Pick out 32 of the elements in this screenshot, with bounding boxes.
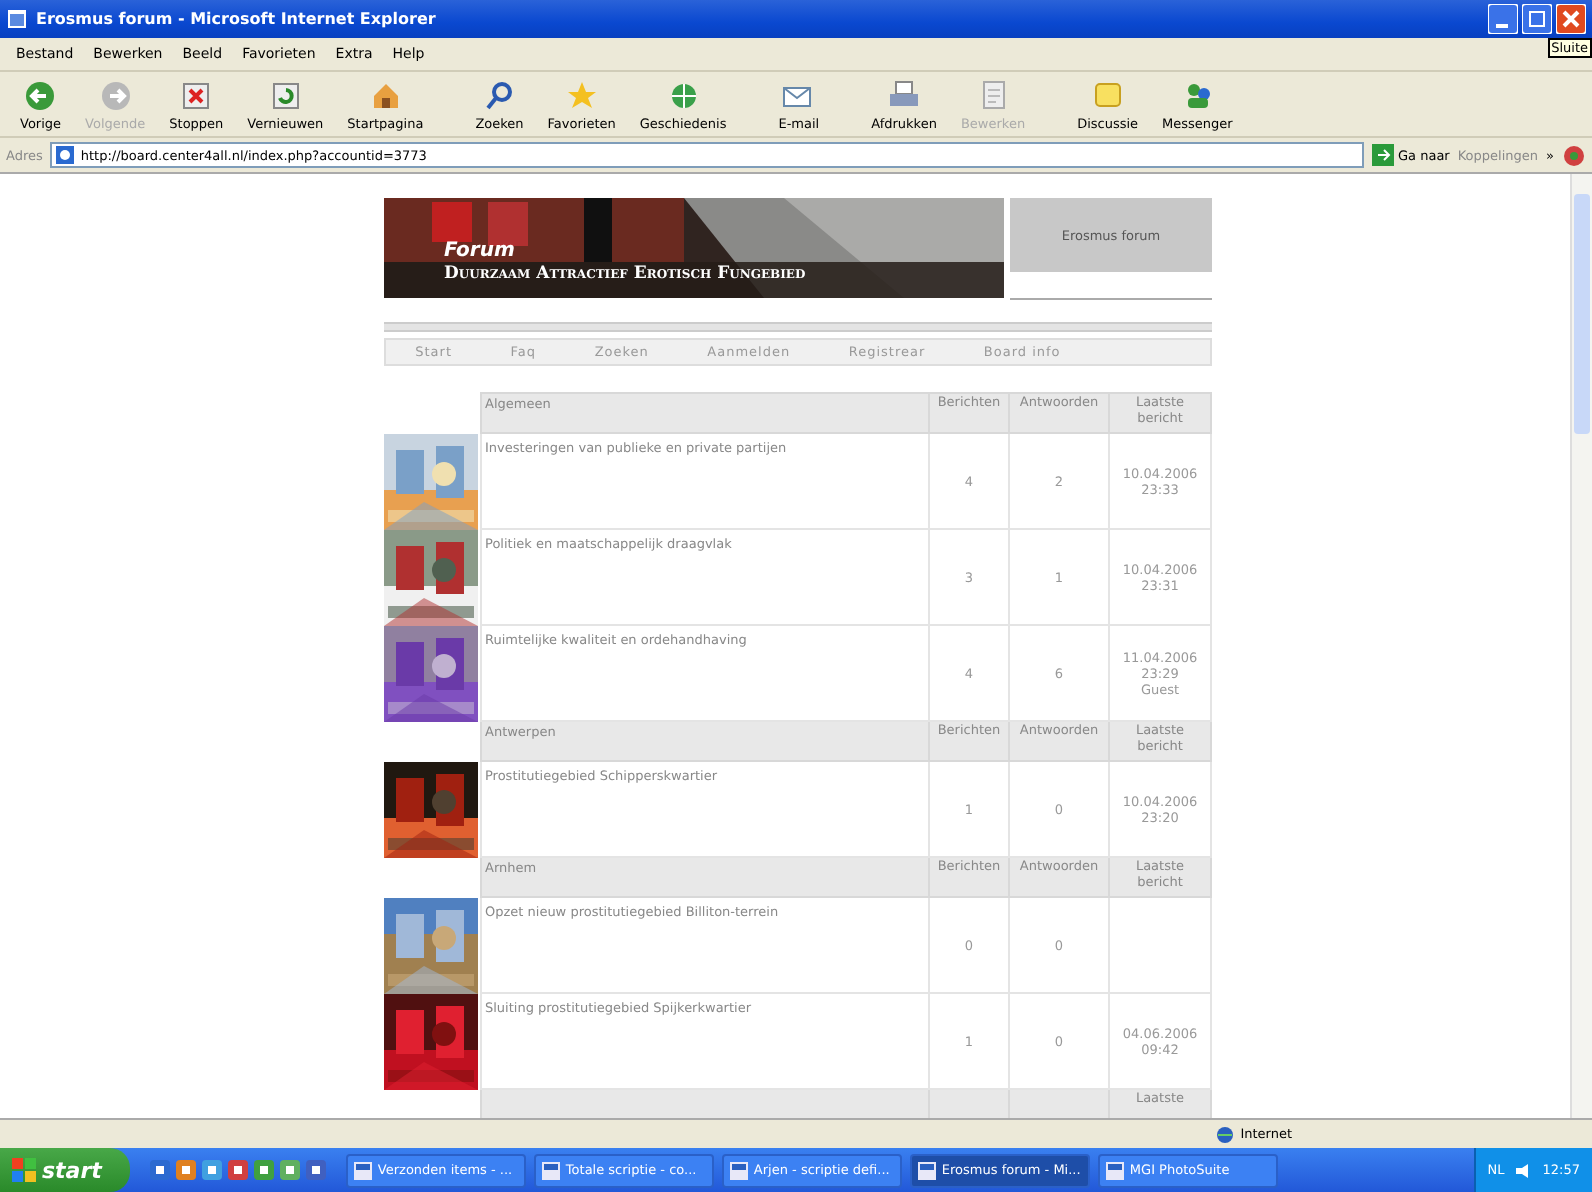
quick-launch-icon[interactable] [201, 1160, 222, 1180]
window-icon [729, 1161, 748, 1179]
star-icon [563, 77, 600, 113]
scrollbar[interactable] [1570, 174, 1592, 1118]
quick-launch-icon[interactable] [227, 1160, 248, 1180]
quick-launch-icon[interactable] [175, 1160, 196, 1180]
speaker-icon[interactable] [1514, 1161, 1533, 1179]
toolbar-icon[interactable] [1562, 143, 1586, 167]
arrow-icon [1372, 144, 1394, 166]
maximize-icon[interactable] [1522, 4, 1552, 34]
window-icon [1105, 1161, 1124, 1179]
quick-launch-icon[interactable] [253, 1160, 274, 1180]
minimize-icon[interactable] [1488, 4, 1518, 34]
stop-icon [178, 77, 215, 113]
note-icon [1089, 77, 1126, 113]
page-icon [56, 146, 75, 164]
banner-subtitle: Duurzaam Attractief Erotisch Fungebied [444, 264, 806, 284]
quick-launch-icon[interactable] [279, 1160, 300, 1180]
banner-title: Forum [444, 240, 515, 262]
globe-icon [1216, 1125, 1235, 1143]
search-icon [481, 77, 518, 113]
start-button[interactable]: start [0, 1148, 130, 1192]
windows-flag-icon [12, 1158, 36, 1182]
quick-launch-icon[interactable] [305, 1160, 326, 1180]
window-icon [917, 1161, 936, 1179]
close-icon[interactable] [1556, 4, 1586, 34]
quick-launch-icon[interactable] [149, 1160, 170, 1180]
browser-icon [6, 8, 28, 30]
window-icon [353, 1161, 372, 1179]
window-icon [541, 1161, 560, 1179]
refresh-icon [267, 77, 304, 113]
window-title: Erosmus forum - Microsoft Internet Explorer [36, 10, 436, 28]
